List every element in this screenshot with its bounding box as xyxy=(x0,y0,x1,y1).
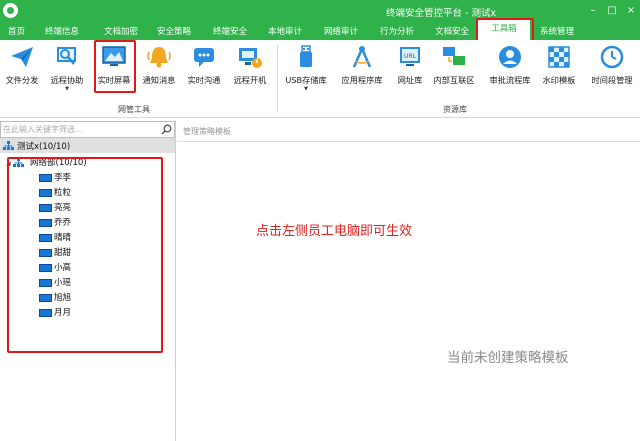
intranet-zone-button[interactable]: 内部互联区 xyxy=(428,44,480,86)
tree-department-label: 网络部(10/10) xyxy=(30,158,87,168)
group-divider xyxy=(277,44,278,112)
menu-system-management[interactable]: 系统管理 xyxy=(540,25,574,37)
tree-root-label: 测试x(10/10) xyxy=(17,142,71,152)
watermark-icon xyxy=(548,46,570,68)
computer-icon xyxy=(39,293,52,302)
empty-state-text: 当前未创建策略模板 xyxy=(447,350,569,366)
power-on-icon xyxy=(239,48,262,68)
employee-node[interactable]: 乔乔 xyxy=(39,216,71,228)
menu-doc-security[interactable]: 文档安全 xyxy=(435,25,469,37)
computer-icon xyxy=(39,263,52,272)
org-icon xyxy=(13,158,25,167)
panel-header: 管理策略模板 xyxy=(177,120,640,142)
ribbon-toolbar: 文件分发 远程协助 ▼ 实时屏幕 通知消息 实时沟通 远程开机 网管工具 USB… xyxy=(0,40,640,118)
watermark-template-button[interactable]: 水印模板 xyxy=(540,44,578,86)
employee-node[interactable]: 小瑶 xyxy=(39,276,71,288)
approval-flow-button[interactable]: 审批流程库 xyxy=(484,44,536,86)
remote-assist-icon xyxy=(57,47,76,65)
main-content: 管理策略模板 点击左侧员工电脑即可生效 当前未创建策略模板 xyxy=(177,120,640,441)
group-label-network-tools: 网管工具 xyxy=(118,105,150,114)
approval-icon xyxy=(499,46,521,68)
remote-poweron-button[interactable]: 远程开机 xyxy=(230,44,270,86)
menu-home[interactable]: 首页 xyxy=(8,25,25,37)
time-period-button[interactable]: 时间段管理 xyxy=(586,44,638,86)
org-icon xyxy=(3,141,14,150)
realtime-screen-button[interactable]: 实时屏幕 xyxy=(93,44,135,86)
usb-library-button[interactable]: USB存储库 ▼ xyxy=(282,44,330,92)
menu-behavior-analysis[interactable]: 行为分析 xyxy=(380,25,414,37)
title-bar: 终端安全管控平台 - 测试x – □ × xyxy=(0,0,640,22)
app-logo-icon xyxy=(3,3,18,18)
menu-terminal-security[interactable]: 终端安全 xyxy=(213,25,247,37)
intranet-icon xyxy=(443,47,465,65)
url-library-button[interactable]: URL 网址库 xyxy=(394,44,426,86)
employee-node[interactable]: 粒粒 xyxy=(39,186,71,198)
menu-security-policy[interactable]: 安全策略 xyxy=(157,25,191,37)
search-icon[interactable] xyxy=(161,124,172,135)
menu-doc-encrypt[interactable]: 文档加密 xyxy=(104,25,138,37)
dropdown-arrow-icon[interactable]: ▼ xyxy=(47,86,87,92)
app-library-button[interactable]: 应用程序库 xyxy=(336,44,388,86)
file-distribute-button[interactable]: 文件分发 xyxy=(3,44,41,86)
group-label-resource-library: 资源库 xyxy=(443,105,467,114)
chat-icon xyxy=(194,48,214,67)
menu-local-audit[interactable]: 本地审计 xyxy=(268,25,302,37)
computer-icon xyxy=(39,248,52,257)
employee-node[interactable]: 亮亮 xyxy=(39,201,71,213)
menu-network-audit[interactable]: 网络审计 xyxy=(324,25,358,37)
employee-node[interactable]: 晴晴 xyxy=(39,231,71,243)
minimize-icon[interactable]: – xyxy=(586,4,600,18)
employee-node[interactable]: 小高 xyxy=(39,261,71,273)
computer-icon xyxy=(39,173,52,182)
employee-node[interactable]: 李李 xyxy=(39,171,71,183)
url-library-icon: URL xyxy=(400,47,420,66)
window-title: 终端安全管控平台 - 测试x xyxy=(386,8,497,19)
computer-icon xyxy=(39,188,52,197)
bell-icon xyxy=(147,47,171,68)
close-icon[interactable]: × xyxy=(624,4,638,18)
realtime-chat-button[interactable]: 实时沟通 xyxy=(184,44,224,86)
usb-icon xyxy=(300,45,312,67)
expand-arrow-icon[interactable]: ◢ xyxy=(6,160,11,167)
computer-icon xyxy=(39,203,52,212)
notify-message-button[interactable]: 通知消息 xyxy=(140,44,178,86)
remote-assist-button[interactable]: 远程协助 ▼ xyxy=(47,44,87,92)
computer-icon xyxy=(39,278,52,287)
dropdown-arrow-icon[interactable]: ▼ xyxy=(282,86,330,92)
menu-terminal-info[interactable]: 终端信息 xyxy=(45,25,79,37)
maximize-icon[interactable]: □ xyxy=(605,4,619,18)
instruction-annotation: 点击左侧员工电脑即可生效 xyxy=(256,224,413,239)
panel-title: 管理策略模板 xyxy=(183,127,231,136)
tree-department-node[interactable]: ◢ 网络部(10/10) xyxy=(6,156,87,168)
screen-icon xyxy=(102,46,126,66)
employee-list-highlight-box xyxy=(7,157,163,353)
search-input[interactable]: 在此输入关键字筛选... xyxy=(0,121,175,138)
menu-bar: 首页 终端信息 文档加密 安全策略 终端安全 本地审计 网络审计 行为分析 文档… xyxy=(0,22,640,40)
employee-node[interactable]: 月月 xyxy=(39,306,71,318)
sidebar: 在此输入关键字筛选... 测试x(10/10) ◢ 网络部(10/10) 李李 … xyxy=(0,120,176,441)
compass-icon xyxy=(352,46,372,68)
computer-icon xyxy=(39,218,52,227)
computer-icon xyxy=(39,308,52,317)
svg-text:URL: URL xyxy=(404,53,417,60)
employee-node[interactable]: 甜甜 xyxy=(39,246,71,258)
clock-icon xyxy=(600,45,624,69)
paper-plane-icon xyxy=(11,47,33,67)
tree-root-node[interactable]: 测试x(10/10) xyxy=(0,138,175,153)
menu-toolbox[interactable]: 工具箱 xyxy=(478,20,530,40)
employee-node[interactable]: 旭旭 xyxy=(39,291,71,303)
computer-icon xyxy=(39,233,52,242)
